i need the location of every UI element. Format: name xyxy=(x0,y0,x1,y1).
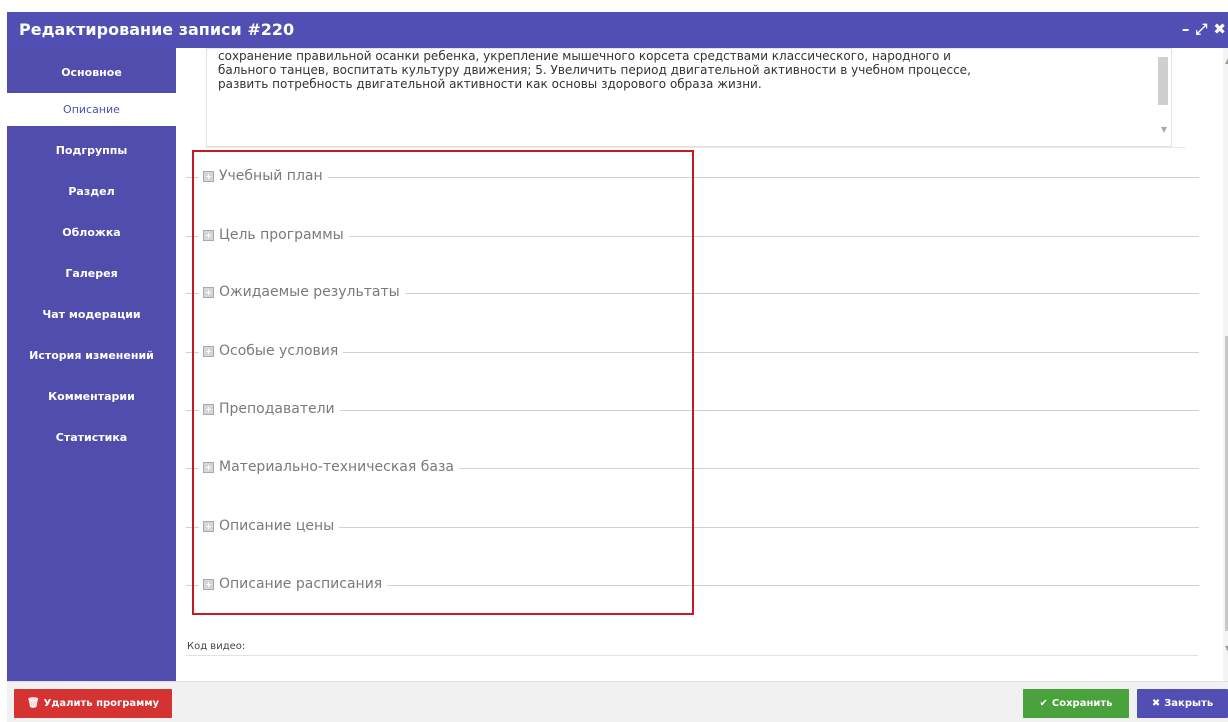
close-icon[interactable]: ✖ xyxy=(1213,20,1226,38)
description-text: сохранение правильной осанки ребенка, ук… xyxy=(218,49,1148,91)
sidebar-item-main[interactable]: Основное xyxy=(7,56,176,89)
section-toggle[interactable]: Особые условия xyxy=(199,343,344,359)
section-toggle[interactable]: Описание расписания xyxy=(199,576,388,592)
scroll-down-arrow-icon[interactable]: ▼ xyxy=(1161,125,1167,134)
section-teachers: Преподаватели xyxy=(186,401,1199,421)
x-icon: ✖ xyxy=(1151,698,1161,709)
window-titlebar[interactable]: Редактирование записи #220 – ⤢ ✖ xyxy=(7,12,1228,48)
section-label: Цель программы xyxy=(219,227,344,243)
section-material-base: Материально-техническая база xyxy=(186,459,1199,479)
section-label: Учебный план xyxy=(219,168,323,184)
save-button[interactable]: ✔ Сохранить xyxy=(1023,689,1129,718)
section-divider xyxy=(186,177,1199,178)
description-textarea[interactable]: сохранение правильной осанки ребенка, ук… xyxy=(206,48,1172,147)
sidebar-item-statistics[interactable]: Статистика xyxy=(7,417,176,458)
section-label: Описание расписания xyxy=(219,576,383,592)
check-icon: ✔ xyxy=(1039,698,1048,709)
plus-square-icon xyxy=(203,403,214,415)
section-toggle[interactable]: Ожидаемые результаты xyxy=(199,284,405,300)
section-label: Преподаватели xyxy=(219,401,335,417)
section-toggle[interactable]: Цель программы xyxy=(199,227,349,243)
sidebar-item-section[interactable]: Раздел xyxy=(7,171,176,212)
edit-record-window: Редактирование записи #220 – ⤢ ✖ Основно… xyxy=(7,0,1228,722)
minimize-icon[interactable]: – xyxy=(1182,20,1190,38)
trash-icon: 🗑 xyxy=(26,698,40,709)
description-line: бального танцев, воспитать культуру движ… xyxy=(218,63,971,77)
maximize-icon[interactable]: ⤢ xyxy=(1195,20,1207,38)
section-expected-results: Ожидаемые результаты xyxy=(186,284,1199,304)
close-label: Закрыть xyxy=(1164,698,1214,709)
sidebar-item-comments[interactable]: Комментарии xyxy=(7,376,176,417)
section-toggle[interactable]: Описание цены xyxy=(199,518,340,534)
sidebar-item-history[interactable]: История изменений xyxy=(7,335,176,376)
description-line: развить потребность двигательной активно… xyxy=(218,77,762,91)
sidebar-item-gallery[interactable]: Галерея xyxy=(7,253,176,294)
save-label: Сохранить xyxy=(1051,698,1113,709)
section-schedule-description: Описание расписания xyxy=(186,576,1199,596)
plus-square-icon xyxy=(203,286,214,298)
plus-square-icon xyxy=(203,229,214,241)
plus-square-icon xyxy=(203,461,214,473)
plus-square-icon xyxy=(203,520,214,532)
highlight-frame xyxy=(192,150,694,615)
window-controls: – ⤢ ✖ xyxy=(1182,20,1226,38)
plus-square-icon xyxy=(203,578,214,590)
video-code-label: Код видео: xyxy=(187,641,246,652)
section-curriculum: Учебный план xyxy=(186,168,1199,188)
section-label: Ожидаемые результаты xyxy=(219,284,400,300)
sidebar-item-subgroups[interactable]: Подгруппы xyxy=(7,130,176,171)
plus-square-icon xyxy=(203,345,214,357)
section-toggle[interactable]: Преподаватели xyxy=(199,401,340,417)
delete-program-button[interactable]: 🗑 Удалить программу xyxy=(14,689,172,718)
section-price-description: Описание цены xyxy=(186,518,1199,538)
sidebar-item-moderation-chat[interactable]: Чат модерации xyxy=(7,294,176,335)
textarea-scrollbar-thumb[interactable] xyxy=(1158,57,1168,105)
sidebar-item-description[interactable]: Описание xyxy=(7,93,176,126)
footer-bar: 🗑 Удалить программу ✔ Сохранить ✖ Закрыт… xyxy=(7,681,1228,722)
section-toggle[interactable]: Учебный план xyxy=(199,168,328,184)
content-panel: сохранение правильной осанки ребенка, ук… xyxy=(176,48,1219,681)
description-line: сохранение правильной осанки ребенка, ук… xyxy=(218,49,951,63)
window-title: Редактирование записи #220 xyxy=(19,20,295,39)
section-program-goal: Цель программы xyxy=(186,227,1199,247)
video-code-input[interactable] xyxy=(186,655,1198,656)
section-toggle[interactable]: Материально-техническая база xyxy=(199,459,459,475)
divider xyxy=(206,147,1186,148)
sidebar: Основное Описание Подгруппы Раздел Облож… xyxy=(7,48,176,681)
section-label: Материально-техническая база xyxy=(219,459,454,475)
plus-square-icon xyxy=(203,170,214,182)
section-special-conditions: Особые условия xyxy=(186,343,1199,363)
close-button[interactable]: ✖ Закрыть xyxy=(1137,689,1228,718)
section-label: Описание цены xyxy=(219,518,335,534)
section-label: Особые условия xyxy=(219,343,339,359)
page-scrollbar[interactable]: ▲ ▼ xyxy=(1223,48,1228,681)
sidebar-item-cover[interactable]: Обложка xyxy=(7,212,176,253)
delete-program-label: Удалить программу xyxy=(43,698,160,709)
